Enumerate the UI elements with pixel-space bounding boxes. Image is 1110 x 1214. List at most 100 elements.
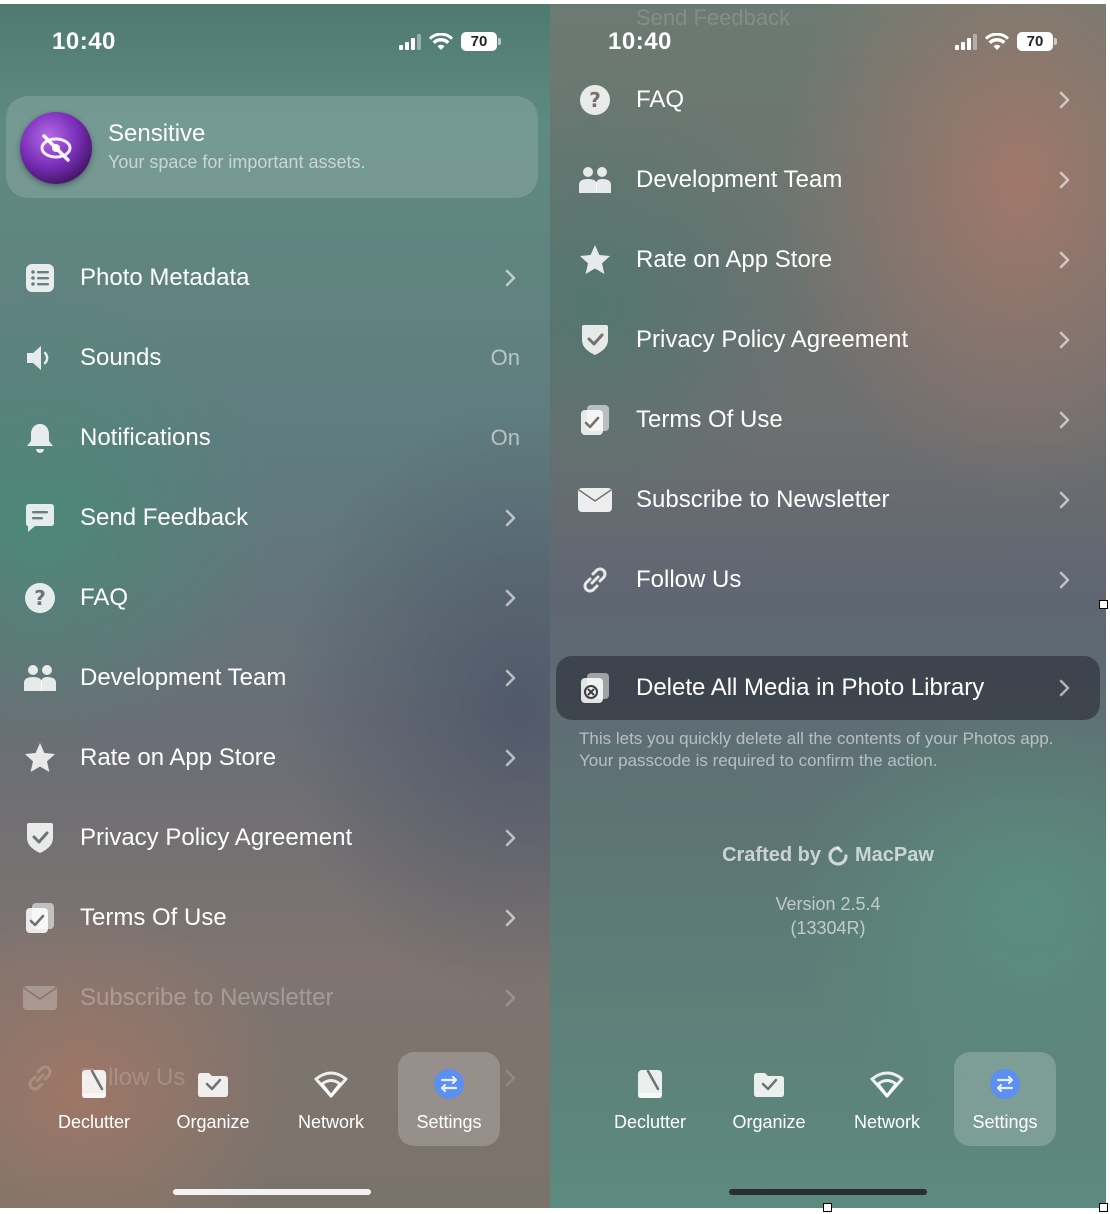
chevron-right-icon bbox=[505, 989, 516, 1007]
chevron-right-icon bbox=[505, 509, 516, 527]
tab-settings[interactable]: Settings bbox=[954, 1052, 1056, 1146]
tab-declutter[interactable]: Declutter bbox=[44, 1052, 144, 1146]
settings-row-faq[interactable]: ? FAQ bbox=[550, 70, 1106, 130]
declutter-icon bbox=[76, 1066, 112, 1102]
tab-organize[interactable]: Organize bbox=[719, 1052, 819, 1146]
tab-label: Settings bbox=[972, 1112, 1038, 1132]
link-icon bbox=[577, 562, 613, 598]
version-info: Version 2.5.4 (13304R) bbox=[550, 892, 1106, 940]
chevron-right-icon bbox=[505, 269, 516, 287]
tab-label: Settings bbox=[416, 1112, 482, 1132]
sounds-status-value: On bbox=[490, 345, 520, 370]
settings-row-privacy-policy[interactable]: Privacy Policy Agreement bbox=[0, 808, 550, 868]
settings-row-rate-app[interactable]: Rate on App Store bbox=[0, 728, 550, 788]
tab-label: Network bbox=[297, 1112, 364, 1132]
home-indicator[interactable] bbox=[173, 1189, 371, 1195]
cellular-signal-icon bbox=[399, 33, 421, 50]
settings-row-label: Photo Metadata bbox=[80, 264, 250, 291]
status-bar-icons: 70 bbox=[399, 32, 501, 51]
chevron-right-icon bbox=[1059, 91, 1070, 109]
settings-row-label: Privacy Policy Agreement bbox=[80, 824, 353, 851]
organize-icon bbox=[195, 1066, 231, 1102]
chevron-right-icon bbox=[1059, 679, 1070, 697]
settings-row-label: Subscribe to Newsletter bbox=[80, 984, 334, 1011]
settings-row-follow-us[interactable]: Follow Us bbox=[550, 550, 1106, 610]
settings-row-terms-of-use[interactable]: Terms Of Use bbox=[550, 390, 1106, 450]
settings-row-photo-metadata[interactable]: Photo Metadata bbox=[0, 248, 550, 308]
tab-settings[interactable]: Settings bbox=[398, 1052, 500, 1146]
message-icon bbox=[22, 500, 58, 536]
settings-icon bbox=[431, 1066, 467, 1102]
chevron-right-icon bbox=[505, 589, 516, 607]
settings-row-label: FAQ bbox=[80, 584, 129, 611]
settings-row-rate-app[interactable]: Rate on App Store bbox=[550, 230, 1106, 290]
settings-row-label: FAQ bbox=[636, 86, 685, 113]
crafted-prefix: Crafted by bbox=[722, 844, 821, 866]
organize-icon bbox=[751, 1066, 787, 1102]
settings-row-label: Notifications bbox=[80, 424, 211, 451]
settings-row-send-feedback[interactable]: Send Feedback bbox=[0, 488, 550, 548]
macpaw-logo-icon bbox=[828, 845, 848, 866]
tab-network[interactable]: Network bbox=[837, 1052, 937, 1146]
wifi-icon bbox=[985, 32, 1009, 50]
tab-bar: Declutter Organize Network Settings bbox=[550, 1052, 1106, 1152]
settings-row-subscribe-newsletter[interactable]: Subscribe to Newsletter bbox=[0, 968, 550, 1028]
tab-network[interactable]: Network bbox=[281, 1052, 381, 1146]
shield-check-icon bbox=[22, 820, 58, 856]
crafted-by-credit: Crafted by MacPaw bbox=[550, 844, 1106, 867]
settings-icon bbox=[987, 1066, 1023, 1102]
team-icon bbox=[22, 660, 58, 696]
tab-label: Declutter bbox=[613, 1112, 687, 1132]
list-icon bbox=[22, 260, 58, 296]
chevron-right-icon bbox=[505, 829, 516, 847]
status-time: 10:40 bbox=[52, 28, 116, 55]
settings-row-terms-of-use[interactable]: Terms Of Use bbox=[0, 888, 550, 948]
settings-row-privacy-policy[interactable]: Privacy Policy Agreement bbox=[550, 310, 1106, 370]
settings-row-label: Terms Of Use bbox=[80, 904, 227, 931]
chevron-right-icon bbox=[1059, 491, 1070, 509]
battery-icon: 70 bbox=[1017, 32, 1057, 51]
question-icon: ? bbox=[22, 580, 58, 616]
settings-row-label: Rate on App Store bbox=[636, 246, 833, 273]
star-icon bbox=[577, 242, 613, 278]
settings-row-faq[interactable]: ? FAQ bbox=[0, 568, 550, 628]
wifi-icon bbox=[429, 32, 453, 50]
settings-row-development-team[interactable]: Development Team bbox=[550, 150, 1106, 210]
svg-text:?: ? bbox=[34, 586, 46, 610]
resize-handle[interactable] bbox=[1099, 1203, 1108, 1212]
resize-handle[interactable] bbox=[823, 1203, 832, 1212]
settings-row-label: Development Team bbox=[636, 166, 843, 193]
sensitive-eye-slash-icon bbox=[20, 112, 92, 184]
star-icon bbox=[22, 740, 58, 776]
tab-label: Organize bbox=[176, 1112, 250, 1132]
sensitive-subtitle: Your space for important assets. bbox=[108, 152, 366, 172]
tab-label: Organize bbox=[732, 1112, 806, 1132]
settings-row-label: Follow Us bbox=[636, 566, 742, 593]
sensitive-card[interactable]: Sensitive Your space for important asset… bbox=[6, 96, 538, 198]
chevron-right-icon bbox=[1059, 171, 1070, 189]
settings-row-development-team[interactable]: Development Team bbox=[0, 648, 550, 708]
tab-declutter[interactable]: Declutter bbox=[600, 1052, 700, 1146]
cellular-signal-icon bbox=[955, 33, 977, 50]
delete-all-media-button[interactable]: Delete All Media in Photo Library bbox=[556, 656, 1100, 720]
settings-row-label: Send Feedback bbox=[80, 504, 249, 531]
tab-organize[interactable]: Organize bbox=[163, 1052, 263, 1146]
envelope-icon bbox=[577, 482, 613, 518]
document-check-icon bbox=[577, 402, 613, 438]
chevron-right-icon bbox=[505, 749, 516, 767]
resize-handle[interactable] bbox=[1099, 600, 1108, 609]
svg-text:?: ? bbox=[589, 88, 601, 112]
settings-row-sounds[interactable]: Sounds On bbox=[0, 328, 550, 388]
delete-description: This lets you quickly delete all the con… bbox=[579, 729, 1054, 770]
home-indicator[interactable] bbox=[729, 1189, 927, 1195]
chevron-right-icon bbox=[505, 669, 516, 687]
chevron-right-icon bbox=[505, 909, 516, 927]
settings-row-notifications[interactable]: Notifications On bbox=[0, 408, 550, 468]
chevron-right-icon bbox=[1059, 411, 1070, 429]
bell-icon bbox=[22, 420, 58, 456]
status-time: 10:40 bbox=[608, 28, 672, 55]
tab-bar: Declutter Organize Network Settings bbox=[0, 1052, 550, 1152]
delete-media-icon bbox=[577, 670, 613, 706]
settings-row-label: Rate on App Store bbox=[80, 744, 277, 771]
settings-row-subscribe-newsletter[interactable]: Subscribe to Newsletter bbox=[550, 470, 1106, 530]
